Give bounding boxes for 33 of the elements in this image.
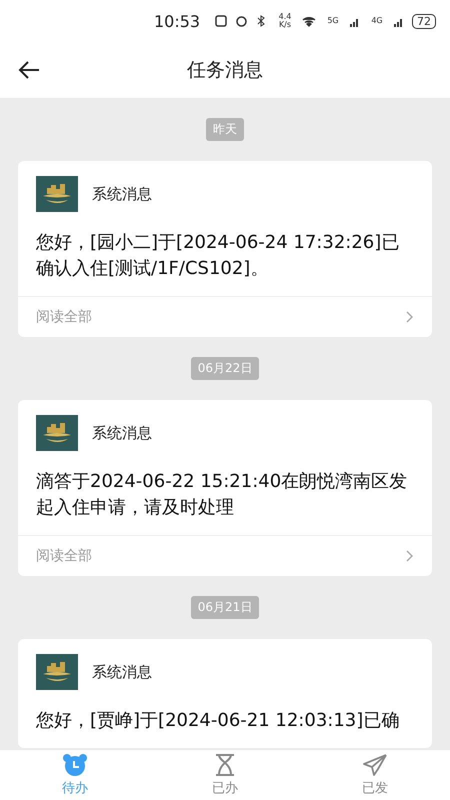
back-icon[interactable]	[18, 60, 40, 80]
message-text: 您好，[贾峥]于[2024-06-21 12:03:13]已确	[35, 709, 400, 733]
logo-icon	[36, 415, 78, 451]
sender-name: 系统消息	[92, 662, 152, 682]
date-label: 昨天	[206, 118, 244, 141]
message-card[interactable]: 系统消息 滴答于2024-06-22 15:21:40在朗悦湾南区发起入住申请，请及时处理 阅读全部	[18, 400, 432, 576]
message-card[interactable]: 系统消息 您好，[园小二]于[2024-06-24 17:32:26]已确认入住[测试/1F/CS102]。 阅读全部	[18, 161, 432, 337]
battery-level: 72	[412, 14, 436, 28]
date-label: 06月22日	[190, 357, 260, 380]
tab[interactable]: 已办	[150, 750, 300, 800]
alarm-clock-icon	[61, 753, 89, 777]
date-label: 06月21日	[190, 596, 260, 619]
network-type: 5G	[326, 17, 340, 25]
chevron-right-icon	[406, 311, 414, 323]
network-speed: 4.4 K/s	[278, 13, 292, 29]
network-type: 4G	[370, 17, 384, 25]
paper-plane-icon	[362, 753, 388, 777]
status-time: 10:53	[154, 12, 200, 30]
tab[interactable]: 待办	[0, 750, 150, 800]
page-title: 任务消息	[187, 58, 263, 83]
message-text: 滴答于2024-06-22 15:21:40在朗悦湾南区发起入住申请，请及时处理	[35, 470, 408, 520]
wifi-icon	[302, 16, 316, 26]
read-all-link[interactable]: 阅读全部	[36, 547, 92, 565]
sender-name: 系统消息	[92, 184, 152, 204]
read-all-link[interactable]: 阅读全部	[36, 308, 92, 326]
sender-name: 系统消息	[92, 424, 152, 442]
logo-icon	[36, 654, 78, 690]
logo-icon	[36, 176, 78, 212]
message-text: 您好，[园小二]于[2024-06-24 17:32:26]已确认入住[测试/1F/CS102]。	[35, 231, 400, 281]
hourglass-icon	[214, 753, 236, 777]
chevron-right-icon	[406, 550, 414, 562]
tab[interactable]: 已发	[300, 750, 450, 800]
message-card[interactable]: 系统消息 您好，[贾峥]于[2024-06-21 12:03:13]已确	[18, 639, 432, 748]
